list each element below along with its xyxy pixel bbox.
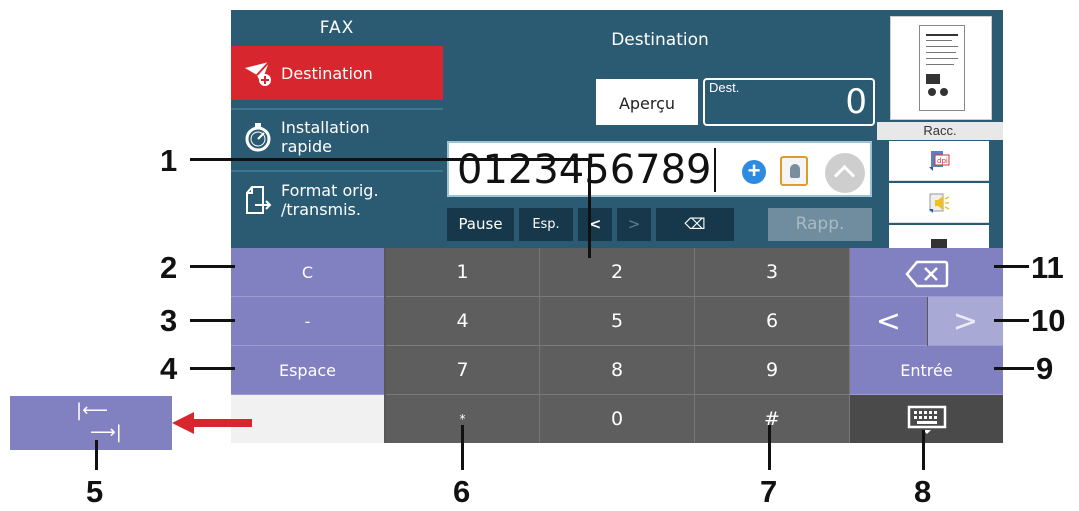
fax-send-icon [245, 61, 271, 86]
speaker-icon [929, 193, 950, 213]
space-button[interactable]: Esp. [519, 208, 573, 241]
destination-panel: Destination Aperçu Dest. 0 0123456789 + … [443, 10, 877, 248]
cursor-left-button[interactable]: < [578, 208, 612, 241]
page-title: Destination [611, 30, 709, 50]
callout-6: 6 [453, 474, 471, 509]
callout-3: 3 [160, 303, 178, 338]
digit-5-key[interactable]: 5 [540, 297, 695, 346]
callout-line-5 [95, 440, 98, 470]
resolution-icon: dpi [929, 151, 950, 171]
keyboard-icon [907, 405, 946, 434]
digit-4-key[interactable]: 4 [386, 297, 540, 346]
tab-key-slot [231, 395, 384, 443]
sidebar-item-format-orig[interactable]: Format orig. /transmis. [231, 173, 443, 227]
callout-4: 4 [160, 351, 178, 386]
callout-7: 7 [760, 474, 778, 509]
fax-number-value: 0123456789 [457, 148, 716, 192]
enter-key[interactable]: Entrée [850, 346, 1003, 395]
add-destination-icon[interactable]: + [742, 160, 766, 184]
callout-9: 9 [1036, 351, 1054, 386]
digit-8-key[interactable]: 8 [540, 346, 695, 395]
backspace-button[interactable]: ⌫ [656, 208, 734, 241]
callout-line-6 [461, 425, 464, 470]
cursor-right-button[interactable]: > [617, 208, 651, 241]
callout-line-1v [588, 158, 591, 258]
pointer-arrow-icon [172, 412, 252, 434]
shortcuts-label: Racc. [877, 122, 1003, 140]
numeric-keypad: C 1 2 3 - 4 5 6 < > Espace 7 8 9 Entrée … [231, 248, 1003, 443]
callout-8: 8 [914, 474, 932, 509]
backspace-key[interactable] [850, 248, 1003, 297]
callout-2: 2 [160, 250, 178, 285]
clear-key[interactable]: C [231, 248, 384, 297]
callout-line-9 [994, 367, 1034, 370]
document-page-icon [919, 25, 965, 111]
keyboard-key[interactable] [850, 395, 1003, 443]
shortcut-column: Racc. dpi [877, 10, 1003, 265]
hash-key[interactable]: # [695, 395, 850, 443]
callout-line-8 [922, 430, 925, 470]
cursor-left-key[interactable]: < [850, 297, 927, 346]
sidebar-item-label: Format orig. /transmis. [281, 181, 379, 219]
scroll-up-icon[interactable] [825, 153, 865, 193]
callout-line-11 [994, 265, 1029, 268]
callout-line-10 [994, 319, 1029, 322]
callout-line-7 [768, 425, 771, 470]
redial-button[interactable]: Rapp. [768, 208, 872, 241]
shortcut-resolution[interactable]: dpi [889, 141, 989, 181]
callout-line-1 [190, 158, 590, 161]
digit-0-key[interactable]: 0 [540, 395, 695, 443]
dest-count: 0 [845, 82, 867, 122]
shortcut-announcement[interactable] [889, 183, 989, 223]
sidebar-item-destination[interactable]: Destination [231, 46, 443, 100]
callout-line-4 [190, 367, 235, 370]
tab-glyph-top: |⟵ [76, 400, 108, 421]
sidebar-item-label: Installation rapide [281, 118, 370, 156]
digit-7-key[interactable]: 7 [386, 346, 540, 395]
preview-button[interactable]: Aperçu [596, 79, 698, 125]
address-book-icon[interactable] [780, 156, 808, 186]
fax-number-input[interactable]: 0123456789 + [447, 141, 872, 197]
callout-line-2 [190, 265, 235, 268]
divider [231, 170, 443, 172]
pause-button[interactable]: Pause [447, 208, 514, 241]
document-preview-thumbnail[interactable] [890, 16, 992, 120]
sidebar-item-installation-rapide[interactable]: Installation rapide [231, 110, 443, 164]
destination-counter: Dest. 0 [703, 78, 875, 126]
space-key[interactable]: Espace [231, 346, 384, 395]
callout-5: 5 [86, 474, 104, 509]
tab-key[interactable]: |⟵ ⟶| [10, 396, 172, 450]
svg-text:dpi: dpi [937, 157, 948, 165]
backspace-icon [904, 260, 948, 287]
digit-2-key[interactable]: 2 [540, 248, 695, 297]
fax-screen: FAX Destination Installation rapide Form… [231, 10, 1003, 443]
callout-line-3 [190, 319, 235, 322]
sidebar: FAX Destination Installation rapide Form… [231, 10, 443, 248]
cursor-right-key[interactable]: > [928, 297, 1003, 346]
digit-1-key[interactable]: 1 [386, 248, 540, 297]
digit-3-key[interactable]: 3 [695, 248, 850, 297]
digit-6-key[interactable]: 6 [695, 297, 850, 346]
callout-1: 1 [160, 143, 178, 178]
document-format-icon [246, 186, 272, 214]
sidebar-item-label: Destination [281, 63, 373, 83]
fax-title: FAX [319, 18, 355, 38]
digit-9-key[interactable]: 9 [695, 346, 850, 395]
callout-10: 10 [1031, 303, 1066, 338]
callout-11: 11 [1031, 250, 1064, 285]
hyphen-key[interactable]: - [231, 297, 384, 346]
stopwatch-icon [245, 123, 271, 152]
dest-label: Dest. [709, 80, 740, 95]
